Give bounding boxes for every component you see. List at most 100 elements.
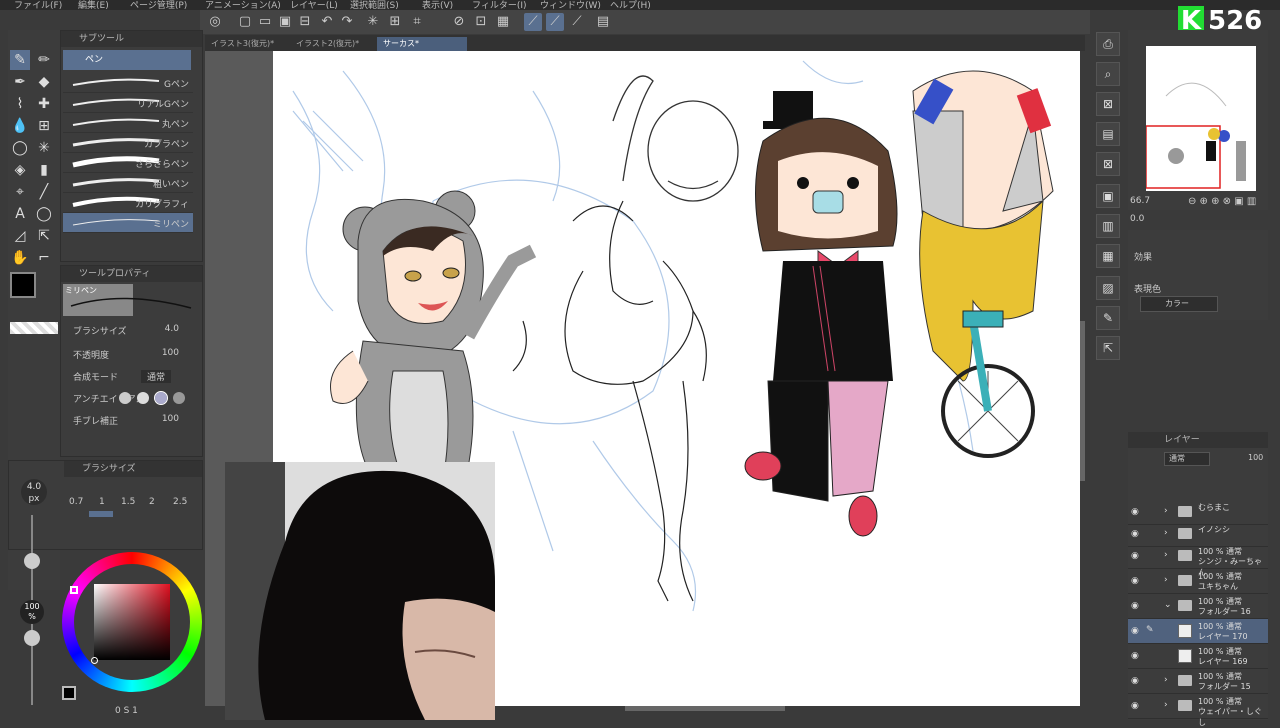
layer-property-icon[interactable]: ▥ xyxy=(1096,214,1120,238)
size-slider[interactable]: 100% xyxy=(20,515,44,705)
navigator-preview[interactable] xyxy=(1145,46,1256,191)
pen-tool-icon[interactable]: ✎ xyxy=(10,50,30,70)
export-icon[interactable]: ⇱ xyxy=(1096,336,1120,360)
undo-icon[interactable]: ↶ xyxy=(318,13,336,31)
size-slider-thumb[interactable] xyxy=(24,553,40,569)
deselect-icon[interactable]: ⊘ xyxy=(450,13,468,31)
snap-grid-icon[interactable]: ⟋ xyxy=(568,13,586,31)
gradient-tool-icon[interactable]: ▮ xyxy=(34,160,54,180)
zoom-value[interactable]: 66.7 xyxy=(1130,196,1150,206)
search-icon[interactable]: ⌕ xyxy=(1096,62,1120,86)
antialias-row[interactable]: アンチエイリアス xyxy=(61,388,201,408)
brush-item[interactable]: 丸ペン xyxy=(63,113,193,133)
vertical-scrollbar[interactable] xyxy=(1080,51,1085,711)
color-wheel[interactable] xyxy=(62,552,202,692)
brush-item[interactable]: カリグラフィ xyxy=(63,193,193,213)
layer-row-selected[interactable]: ◉ ✎ 100 % 通常 レイヤー 170 xyxy=(1128,619,1268,644)
move-tool-icon[interactable]: ⇱ xyxy=(34,226,54,246)
opacity-slider-thumb[interactable] xyxy=(24,630,40,646)
print-icon[interactable]: ⊟ xyxy=(296,13,314,31)
tool-property-panel: ツールプロパティ ミリペン ブラシサイズ 4.0 不透明度 100 合成モード 通常 … xyxy=(60,265,203,457)
save-icon[interactable]: ▣ xyxy=(276,13,294,31)
menu-file[interactable]: ファイル(F) xyxy=(14,0,62,11)
eyedropper-tool-icon[interactable]: ⌐ xyxy=(34,248,54,268)
layer-row[interactable]: ◉ › 100 % 通常 フォルダー 15 xyxy=(1128,669,1268,694)
navigator-icon[interactable]: ⎙ xyxy=(1096,32,1120,56)
stabilization-row[interactable]: 手ブレ補正 100 xyxy=(61,410,201,430)
layer-row[interactable]: ◉ › 100 % 通常 ユキちゃん xyxy=(1128,569,1268,594)
open-folder-icon[interactable]: ▭ xyxy=(256,13,274,31)
menu-page[interactable]: ページ管理(P) xyxy=(130,0,187,11)
photo-icon[interactable]: ▨ xyxy=(1096,276,1120,300)
redo-icon[interactable]: ↷ xyxy=(338,13,356,31)
layer-row[interactable]: ◉ ⌄ 100 % 通常 フォルダー 16 xyxy=(1128,594,1268,619)
snap-ruler-icon[interactable]: ⟋ xyxy=(524,13,542,31)
brush-tool-icon[interactable]: ✒ xyxy=(10,72,30,92)
streamer-silhouette xyxy=(225,462,495,720)
lasso-tool-icon[interactable]: ◯ xyxy=(10,138,30,158)
current-color-chip[interactable] xyxy=(62,686,76,700)
snap-special-ruler-icon[interactable]: ⟋ xyxy=(546,13,564,31)
layer-row[interactable]: ◉ › 100 % 通常 ウェイパー・しぐし xyxy=(1128,694,1268,727)
angle-value[interactable]: 0.0 xyxy=(1130,214,1144,224)
brush-size-header: ブラシサイズ xyxy=(64,461,202,477)
menu-bar: ファイル(F) 編集(E) ページ管理(P) アニメーション(A) レイヤー(L… xyxy=(0,0,1280,11)
brush-item[interactable]: 粗いペン xyxy=(63,173,193,193)
brush-size-row[interactable]: ブラシサイズ 4.0 xyxy=(61,320,201,340)
pencil-tool-icon[interactable]: ✏ xyxy=(34,50,54,70)
app-icon[interactable]: ◎ xyxy=(206,13,224,31)
blend-tool-icon[interactable]: 💧 xyxy=(10,116,30,136)
brush-preview: ミリペン xyxy=(63,284,192,316)
delete-icon[interactable]: ⊠ xyxy=(1096,152,1120,176)
expression-color-select[interactable]: カラー xyxy=(1140,296,1218,312)
brush-item[interactable]: Gペン xyxy=(63,73,193,93)
color-picker-icon[interactable]: ▤ xyxy=(594,13,612,31)
subtool-current[interactable]: ペン xyxy=(63,50,191,70)
effect-label: 効果 xyxy=(1134,253,1153,263)
tab-circus[interactable]: サーカス* xyxy=(377,37,467,51)
eraser-tool-icon[interactable]: ◆ xyxy=(34,72,54,92)
tab-illust3[interactable]: イラスト3(復元)* xyxy=(205,37,280,51)
material-icon[interactable]: ▤ xyxy=(1096,122,1120,146)
text-tool-icon[interactable]: A xyxy=(10,204,30,224)
new-file-icon[interactable]: ▢ xyxy=(236,13,254,31)
mesh-tool-icon[interactable]: ⊞ xyxy=(34,116,54,136)
blend-mode-row[interactable]: 合成モード 通常 xyxy=(61,366,201,386)
crop-icon[interactable]: ⌗ xyxy=(408,13,426,31)
layer-row[interactable]: ◉ › 100 % 通常 シンジ・みーちゃん xyxy=(1128,544,1268,577)
brush-item-selected[interactable]: ミリペン xyxy=(63,213,193,233)
webcam-overlay xyxy=(225,462,495,720)
airbrush-tool-icon[interactable]: ⌇ xyxy=(10,94,30,114)
command-bar: ◎ ▢ ▭ ▣ ⊟ ↶ ↷ ✳ ⊞ ⌗ ⊘ ⊡ ▦ ⟋ ⟋ ⟋ ▤ xyxy=(200,10,1090,34)
transform-icon[interactable]: ⊞ xyxy=(386,13,404,31)
balloon-tool-icon[interactable]: ◯ xyxy=(34,204,54,224)
history-icon[interactable]: ▦ xyxy=(1096,244,1120,268)
decoration-tool-icon[interactable]: ✚ xyxy=(34,94,54,114)
brush-item[interactable]: リアルGペン xyxy=(63,93,193,113)
image-icon[interactable]: ▣ xyxy=(1096,184,1120,208)
edit-icon[interactable]: ✎ xyxy=(1096,306,1120,330)
figure-tool-icon[interactable]: ⌖ xyxy=(10,182,30,202)
loading-icon[interactable]: ✳ xyxy=(364,13,382,31)
transparent-color-swatch[interactable] xyxy=(10,322,58,334)
zoom-buttons[interactable]: ⊖ ⊕ ⊕ ⊗ ▣ ▥ xyxy=(1188,196,1256,207)
saturation-value-square[interactable] xyxy=(94,584,170,660)
hand-tool-icon[interactable]: ✋ xyxy=(10,248,30,268)
layer-blend-select[interactable]: 通常 xyxy=(1164,452,1210,466)
brush-item[interactable]: さらさらペン xyxy=(63,153,193,173)
main-color-swatch[interactable] xyxy=(10,272,36,298)
fill-tool-icon[interactable]: ◈ xyxy=(10,160,30,180)
tab-illust2[interactable]: イラスト2(復元)* xyxy=(290,37,365,51)
brush-item[interactable]: カブラペン xyxy=(63,133,193,153)
line-tool-icon[interactable]: ╱ xyxy=(34,182,54,202)
layer-list: ◉ › むらまこ ◉ › イノシシ ◉ › 100 % 通常 シンジ・みーちゃん ◉ › 100 … xyxy=(1128,500,1268,727)
select-icon[interactable]: ⊡ xyxy=(472,13,490,31)
menu-edit[interactable]: 編集(E) xyxy=(78,0,109,11)
auto-select-icon[interactable]: ✳ xyxy=(34,138,54,158)
close-icon[interactable]: ⊠ xyxy=(1096,92,1120,116)
layer-opacity-value[interactable]: 100 xyxy=(1248,453,1263,462)
ruler-tool-icon[interactable]: ◿ xyxy=(10,226,30,246)
grid-icon[interactable]: ▦ xyxy=(494,13,512,31)
opacity-row[interactable]: 不透明度 100 xyxy=(61,344,201,364)
layer-row[interactable]: ◉ 100 % 通常 レイヤー 169 xyxy=(1128,644,1268,669)
